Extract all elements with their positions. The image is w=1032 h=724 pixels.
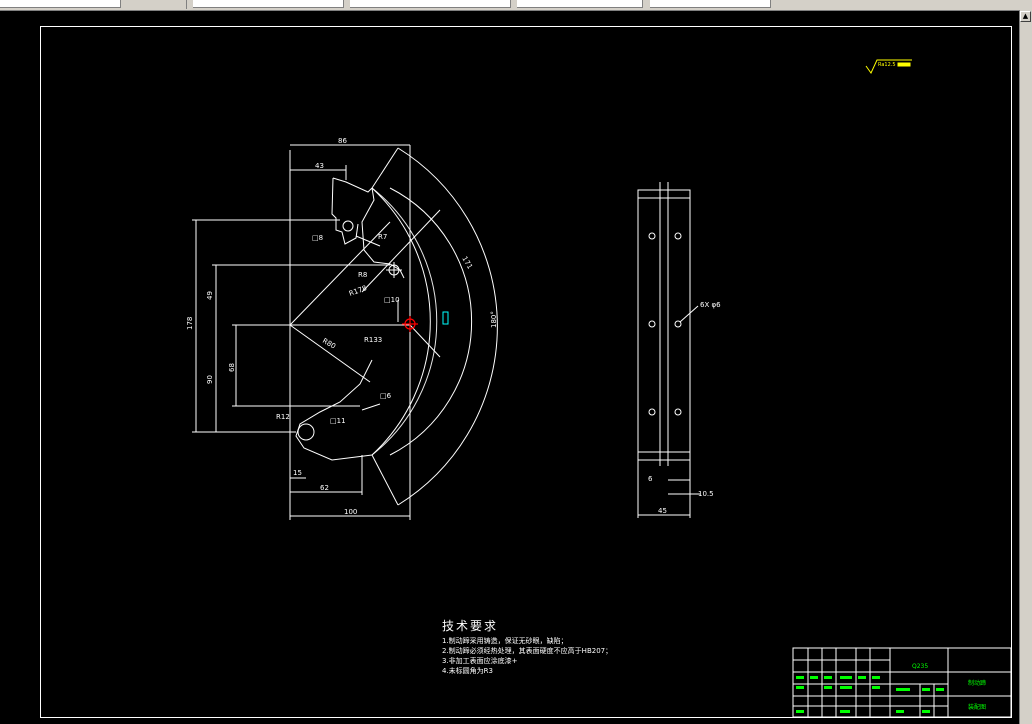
dim-sq6: □6 xyxy=(380,392,392,400)
title-block-material: Q235 xyxy=(912,663,928,670)
tech-requirements-title: 技术要求 xyxy=(442,619,499,633)
tech-requirement-line-3: 3.非加工表面应涂底漆+ xyxy=(442,657,518,665)
dim-180deg: 180° xyxy=(490,311,498,328)
lining-arc xyxy=(389,187,473,456)
dim-90: 90 xyxy=(206,375,214,384)
technical-requirements: 技术要求 1.制动蹄采用铸造，保证无砂眼，缺陷； 2.制动蹄必须经热处理，其表面… xyxy=(442,617,612,676)
dim-86: 86 xyxy=(338,137,347,145)
dim-r178: R178 xyxy=(348,284,368,298)
toolbar-field-5[interactable] xyxy=(650,0,771,8)
center-marker-icon xyxy=(402,316,418,332)
pin-hole-top xyxy=(342,220,354,232)
tech-requirement-line-1: 1.制动蹄采用铸造，保证无砂眼，缺陷； xyxy=(442,637,568,645)
toolbar-field-3[interactable] xyxy=(350,0,511,8)
dim-10-5: 10.5 xyxy=(698,490,714,498)
arc-dim-171 xyxy=(397,147,498,506)
tech-requirement-line-4: 4.未标圆角为R3 xyxy=(442,667,493,675)
toolbar-field-2[interactable] xyxy=(193,0,344,8)
dim-r133: R133 xyxy=(364,336,382,344)
dim-15: 15 xyxy=(293,469,302,477)
side-view-body xyxy=(637,189,691,461)
toolbar-separator xyxy=(186,0,187,9)
title-block-part-name: 制动蹄 xyxy=(968,679,986,687)
dim-r7: R7 xyxy=(378,233,387,241)
dim-r8: R8 xyxy=(358,271,367,279)
dim-178: 178 xyxy=(186,317,194,330)
dim-r12: R12 xyxy=(276,413,290,421)
dim-100: 100 xyxy=(344,508,357,516)
outer-frame xyxy=(40,26,1012,718)
dim-sq10: □10 xyxy=(384,296,400,304)
dim-49: 49 xyxy=(206,291,214,300)
dim-68: 68 xyxy=(228,363,236,372)
vertical-scrollbar[interactable] xyxy=(1019,10,1032,724)
accent-mark xyxy=(442,311,449,325)
shoe-outer-arc xyxy=(371,187,431,456)
dim-holes: 6X φ6 xyxy=(700,301,721,309)
title-block-drawing-no: 装配图 xyxy=(968,703,986,711)
toolbar-field-4[interactable] xyxy=(517,0,643,8)
scroll-up-arrow-icon[interactable]: ▲ xyxy=(1020,11,1031,22)
dim-43: 43 xyxy=(315,162,324,170)
web-profile xyxy=(331,177,405,279)
dim-sq11: □11 xyxy=(330,417,346,425)
dim-sq8: □8 xyxy=(312,234,323,242)
dim-62: 62 xyxy=(320,484,329,492)
roughness-label: Ra12.5 xyxy=(878,62,896,68)
toolbar-field-1[interactable] xyxy=(0,0,121,8)
dim-6: 6 xyxy=(648,475,653,483)
side-holes xyxy=(648,232,682,416)
dim-45: 45 xyxy=(658,507,667,515)
pin-hole-bottom xyxy=(297,423,315,441)
tech-requirement-line-2: 2.制动蹄必须经热处理，其表面硬度不应高于HB207； xyxy=(442,647,613,655)
